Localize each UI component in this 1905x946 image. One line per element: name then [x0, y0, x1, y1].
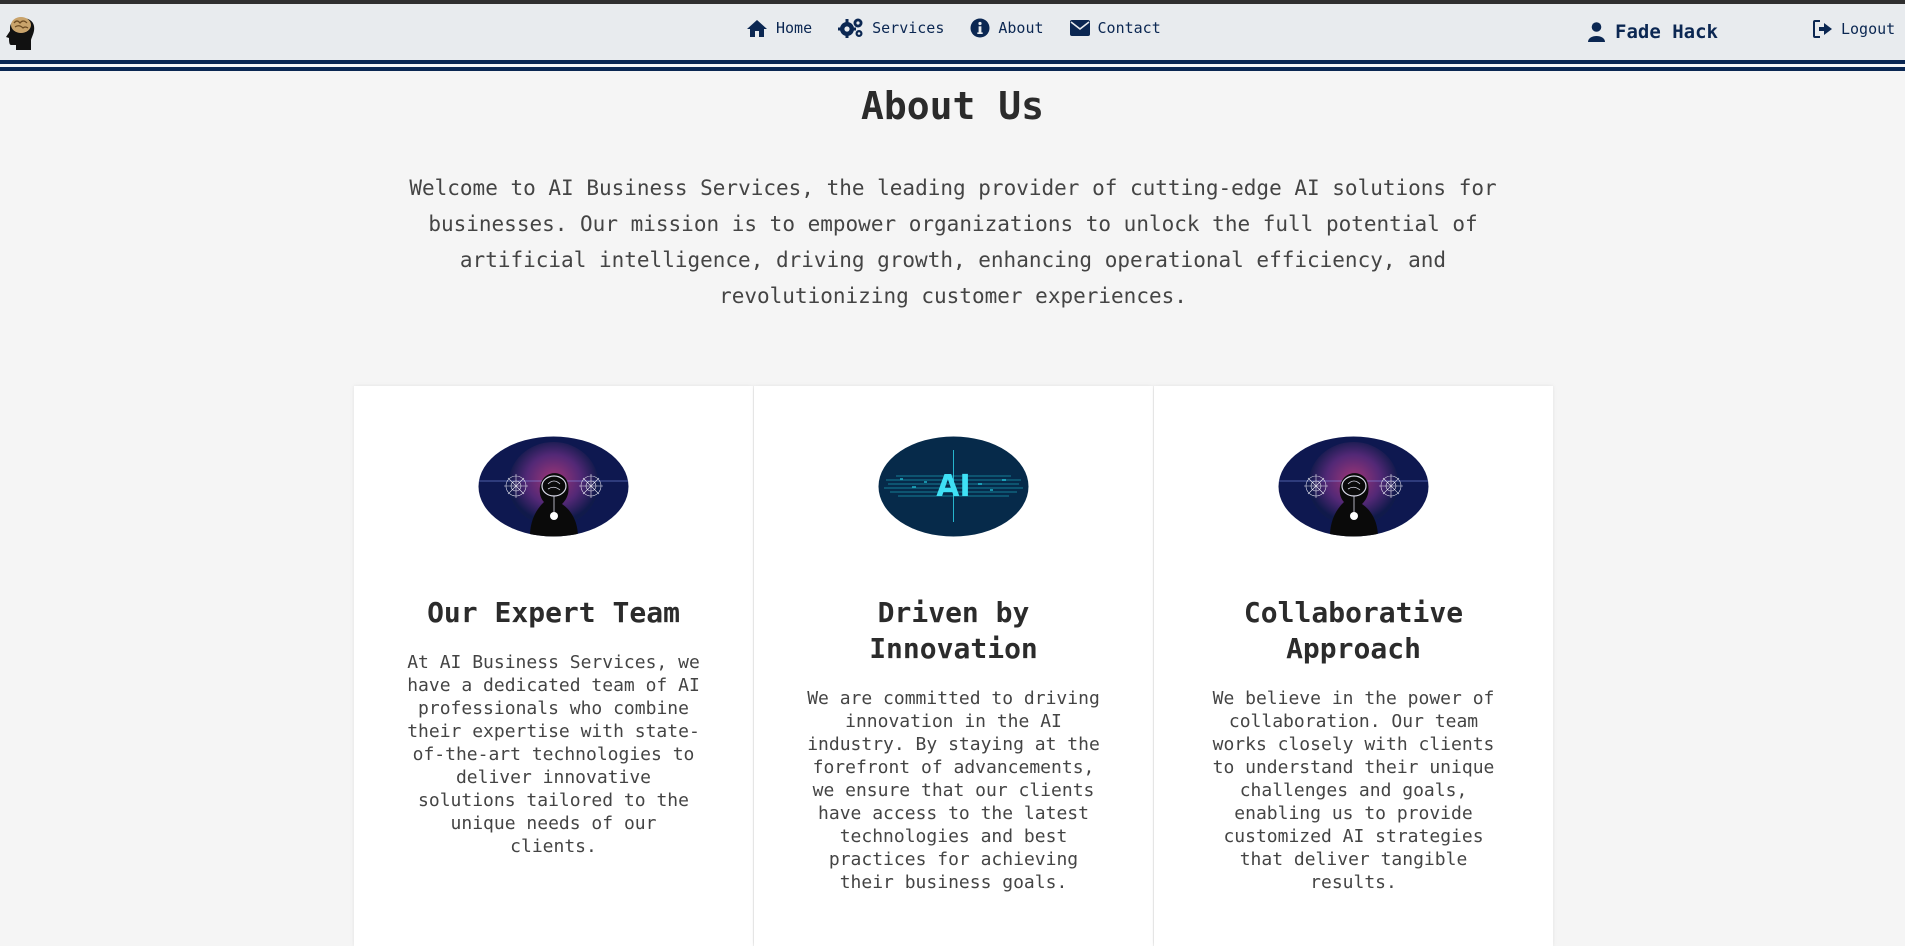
card-text: At AI Business Services, we have a dedic… [407, 652, 700, 857]
envelope-icon [1069, 20, 1090, 36]
user-name: Fade Hack [1615, 21, 1718, 43]
brain-head-logo[interactable] [4, 10, 38, 52]
nav-home-label: Home [776, 19, 813, 37]
nav-services-label: Services [872, 19, 945, 37]
sign-out-icon [1813, 20, 1832, 38]
home-icon [747, 19, 767, 37]
card-title: Driven by Innovation [869, 596, 1038, 665]
svg-text:AI: AI [936, 469, 970, 504]
info-icon [970, 18, 990, 38]
intro-paragraph: Welcome to AI Business Services, the lea… [409, 176, 1497, 308]
nav-contact[interactable]: Contact [1069, 19, 1161, 37]
card-text: We believe in the power of collaboration… [1212, 688, 1495, 893]
page-title: About Us [860, 84, 1045, 128]
nav-services[interactable]: Services [838, 18, 944, 38]
logout-label: Logout [1841, 20, 1896, 38]
nav-about[interactable]: About [970, 18, 1044, 38]
feature-cards: Our Expert Team At AI Business Services,… [354, 386, 1553, 946]
user-icon [1588, 22, 1605, 42]
brain-network-image [478, 436, 629, 537]
nav-contact-label: Contact [1097, 19, 1161, 37]
card-collaborative: Collaborative Approach We believe in the… [1154, 386, 1553, 946]
main-nav: Home Services About Contact [746, 18, 1161, 38]
logout-button[interactable]: Logout [1813, 20, 1895, 38]
brain-network-image [1278, 436, 1429, 537]
card-text: We are committed to driving innovation i… [807, 688, 1100, 893]
card-innovation: AI Driven by Innovation We are committed… [754, 386, 1153, 946]
ai-circuit-image: AI [878, 436, 1029, 537]
card-expert-team: Our Expert Team At AI Business Services,… [354, 386, 753, 946]
navbar-divider-top [0, 60, 1905, 64]
nav-home[interactable]: Home [746, 19, 812, 38]
user-profile[interactable]: Fade Hack [1588, 21, 1718, 43]
nav-about-label: About [998, 19, 1044, 37]
card-title: Our Expert Team [427, 596, 680, 629]
card-title: Collaborative Approach [1243, 596, 1464, 665]
cogs-icon [838, 18, 863, 38]
navbar-divider-bottom [0, 67, 1905, 71]
